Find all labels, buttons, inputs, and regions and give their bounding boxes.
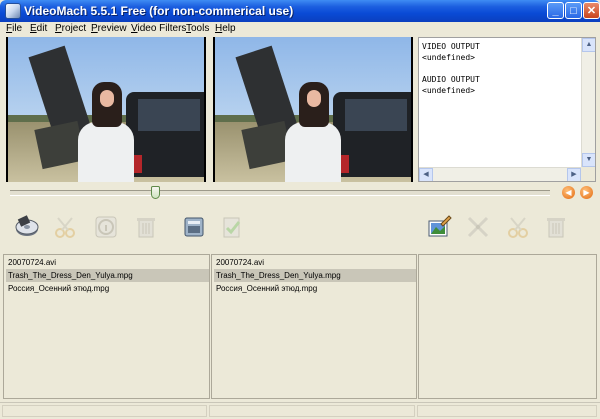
- list-item[interactable]: Россия_Осенний этюд.mpg: [6, 282, 209, 295]
- menu-tools[interactable]: Tools: [186, 22, 209, 36]
- scroll-down-icon[interactable]: ▼: [582, 153, 595, 167]
- menu-video-filters[interactable]: Video Filters: [131, 22, 186, 36]
- menu-project[interactable]: Project: [55, 22, 86, 36]
- menu-bar: File Edit Project Preview Video Filters …: [0, 22, 600, 36]
- info-icon[interactable]: [93, 214, 119, 240]
- status-bar: [0, 402, 600, 419]
- output-info-box[interactable]: VIDEO OUTPUT <undefined> AUDIO OUTPUT <u…: [418, 37, 596, 182]
- output-file-list[interactable]: 20070724.avi Trash_The_Dress_Den_Yulya.m…: [211, 254, 417, 399]
- source-preview: [6, 37, 206, 182]
- app-icon[interactable]: [5, 3, 21, 19]
- app-window: VideoMach 5.5.1 Free (for non-commerical…: [0, 0, 600, 419]
- scissors-icon[interactable]: [52, 214, 78, 240]
- menu-help[interactable]: Help: [215, 22, 236, 36]
- scroll-right-icon[interactable]: ▶: [567, 168, 581, 181]
- status-cell: [417, 405, 597, 417]
- previous-frame-button[interactable]: ◀: [562, 186, 575, 199]
- trash-icon[interactable]: [543, 214, 569, 240]
- close-button[interactable]: ✕: [583, 2, 600, 19]
- list-item[interactable]: Россия_Осенний этюд.mpg: [214, 282, 416, 295]
- video-frame: [215, 37, 411, 182]
- cross-tools-icon[interactable]: [465, 214, 491, 240]
- menu-file[interactable]: File: [6, 22, 22, 36]
- clipboard-icon[interactable]: [219, 214, 245, 240]
- menu-edit[interactable]: Edit: [30, 22, 47, 36]
- menu-preview[interactable]: Preview: [91, 22, 127, 36]
- trash-icon[interactable]: [133, 214, 159, 240]
- list-item[interactable]: 20070724.avi: [6, 256, 209, 269]
- status-cell: [2, 405, 207, 417]
- source-file-list[interactable]: 20070724.avi Trash_The_Dress_Den_Yulya.m…: [3, 254, 210, 399]
- device-icon[interactable]: [181, 214, 207, 240]
- vertical-scrollbar[interactable]: ▲ ▼: [581, 38, 595, 167]
- seek-slider-thumb[interactable]: [151, 186, 161, 199]
- scroll-up-icon[interactable]: ▲: [582, 38, 595, 52]
- title-bar: VideoMach 5.5.1 Free (for non-commerical…: [0, 0, 600, 22]
- disc-icon[interactable]: [14, 214, 40, 240]
- minimize-button[interactable]: _: [547, 2, 564, 19]
- window-title: VideoMach 5.5.1 Free (for non-commerical…: [24, 4, 294, 18]
- video-frame: [8, 37, 204, 182]
- scroll-left-icon[interactable]: ◀: [419, 168, 433, 181]
- horizontal-scrollbar[interactable]: ◀ ▶: [419, 167, 581, 181]
- filter-list-panel[interactable]: [418, 254, 597, 399]
- seek-slider-track[interactable]: [10, 190, 550, 196]
- output-info-text: VIDEO OUTPUT <undefined> AUDIO OUTPUT <u…: [422, 42, 480, 95]
- scroll-corner: [581, 167, 595, 181]
- list-item[interactable]: Trash_The_Dress_Den_Yulya.mpg: [214, 269, 416, 282]
- scissors-icon[interactable]: [505, 214, 531, 240]
- list-item[interactable]: 20070724.avi: [214, 256, 416, 269]
- status-cell: [209, 405, 415, 417]
- image-edit-icon[interactable]: [426, 214, 452, 240]
- list-item[interactable]: Trash_The_Dress_Den_Yulya.mpg: [6, 269, 209, 282]
- maximize-button[interactable]: □: [565, 2, 582, 19]
- output-preview: [213, 37, 413, 182]
- next-frame-button[interactable]: ▶: [580, 186, 593, 199]
